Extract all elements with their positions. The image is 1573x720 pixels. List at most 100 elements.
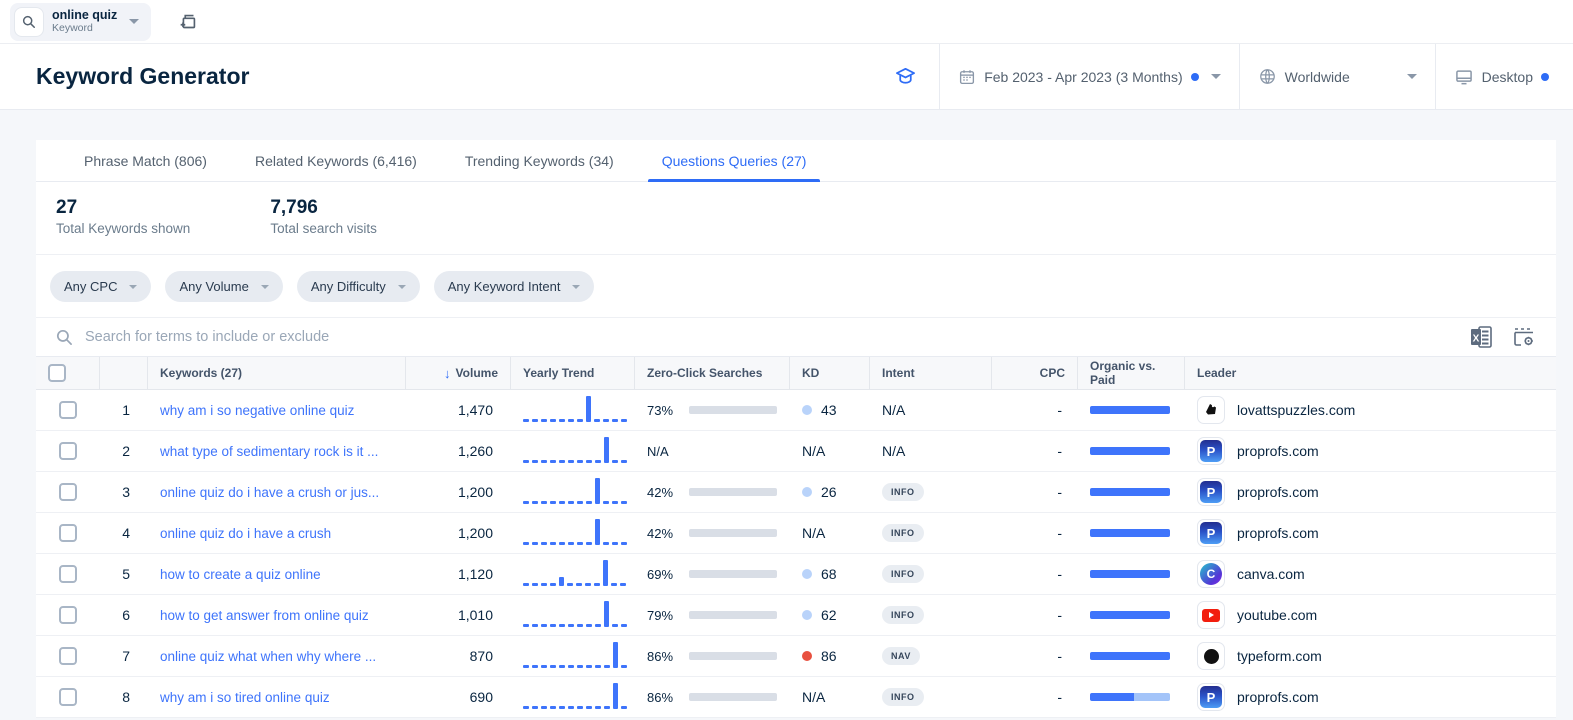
cell-rank: 1 — [100, 390, 148, 430]
cpc-value: - — [1057, 402, 1062, 418]
cell-rank: 6 — [100, 595, 148, 635]
trend-dash — [568, 460, 574, 463]
keyword-link[interactable]: online quiz do i have a crush — [160, 526, 331, 541]
tab-trending-keywords[interactable]: Trending Keywords (34) — [441, 140, 638, 181]
table-header-col-leader[interactable]: Leader — [1185, 357, 1556, 389]
leader-domain-link[interactable]: youtube.com — [1237, 607, 1317, 623]
cell-intent: N/A — [870, 431, 992, 471]
row-checkbox[interactable] — [59, 688, 77, 706]
keyword-link[interactable]: how to create a quiz online — [160, 567, 321, 582]
trend-dash — [612, 501, 618, 504]
trend-dash — [577, 706, 583, 709]
keyword-link[interactable]: what type of sedimentary rock is it ... — [160, 444, 378, 459]
leader-domain-link[interactable]: typeform.com — [1237, 648, 1322, 664]
leader-favicon-puzzle — [1197, 396, 1225, 424]
keyword-link[interactable]: how to get answer from online quiz — [160, 608, 369, 623]
table-header-col-rank[interactable] — [100, 357, 148, 389]
manage-columns-button[interactable] — [1512, 326, 1536, 348]
rank-number: 7 — [122, 648, 130, 664]
filter-chip-any-keyword-intent[interactable]: Any Keyword Intent — [433, 271, 595, 302]
date-range-selector[interactable]: Feb 2023 - Apr 2023 (3 Months) — [939, 44, 1238, 109]
proprofs-logo-icon: P — [1200, 481, 1222, 503]
intent-value: N/A — [882, 443, 906, 459]
cell-rank: 8 — [100, 677, 148, 717]
cpc-value: - — [1057, 689, 1062, 705]
trend-dash — [523, 706, 529, 709]
filter-chip-any-difficulty[interactable]: Any Difficulty — [296, 271, 420, 302]
cpc-value: - — [1057, 525, 1062, 541]
yearly-trend-chart — [523, 559, 626, 589]
keyword-link[interactable]: why am i so negative online quiz — [160, 403, 354, 418]
row-checkbox[interactable] — [59, 442, 77, 460]
leader-domain-link[interactable]: canva.com — [1237, 566, 1305, 582]
trend-dash — [550, 583, 556, 586]
keyword-selector[interactable]: online quiz Keyword — [10, 2, 152, 41]
table-header-col-keywords[interactable]: Keywords (27) — [148, 357, 406, 389]
table-header-col-kd[interactable]: KD — [790, 357, 870, 389]
table-header-col-intent[interactable]: Intent — [870, 357, 992, 389]
cpc-value: - — [1057, 443, 1062, 459]
trend-dash — [568, 542, 574, 545]
yearly-trend-chart — [523, 436, 627, 466]
keyword-link[interactable]: online quiz what when why where ... — [160, 649, 376, 664]
trend-bar — [595, 519, 600, 545]
keyword-link[interactable]: online quiz do i have a crush or jus... — [160, 485, 379, 500]
search-icon — [56, 329, 72, 345]
tab-phrase-match[interactable]: Phrase Match (806) — [60, 140, 231, 181]
table-row: 6 how to get answer from online quiz 1,010… — [36, 595, 1556, 636]
yearly-trend-chart — [523, 477, 627, 507]
trend-dash — [523, 583, 529, 586]
trend-dash — [621, 419, 627, 422]
region-label: Worldwide — [1284, 68, 1350, 85]
leader-favicon-typeform — [1197, 642, 1225, 670]
add-comparison-button[interactable] — [177, 11, 199, 33]
table-header-col-volume[interactable]: ↓ Volume — [406, 357, 511, 389]
trend-dash — [559, 624, 565, 627]
table-header-col-yearly-trend[interactable]: Yearly Trend — [511, 357, 635, 389]
row-checkbox[interactable] — [59, 483, 77, 501]
table-header-col-organic-vs-paid[interactable]: Organic vs. Paid — [1078, 357, 1185, 389]
cell-yearly-trend — [511, 472, 635, 512]
academy-button[interactable] — [872, 44, 939, 109]
organic-segment — [1090, 529, 1170, 537]
table-header-col-zero-click[interactable]: Zero-Click Searches — [635, 357, 790, 389]
cell-kd: 68 — [790, 554, 870, 594]
device-selector[interactable]: Desktop — [1434, 44, 1573, 109]
sort-desc-icon[interactable]: ↓ — [444, 366, 451, 381]
row-checkbox[interactable] — [59, 524, 77, 542]
zero-click-bar — [689, 529, 777, 537]
trend-dash — [523, 542, 529, 545]
search-icon — [14, 6, 44, 37]
cpc-value: - — [1057, 607, 1062, 623]
typeform-logo-icon — [1203, 648, 1219, 664]
row-checkbox[interactable] — [59, 565, 77, 583]
leader-domain-link[interactable]: proprofs.com — [1237, 484, 1319, 500]
leader-domain-link[interactable]: proprofs.com — [1237, 689, 1319, 705]
table-header-col-cpc[interactable]: CPC — [992, 357, 1078, 389]
column-label: Intent — [882, 366, 915, 380]
zero-click-value: 86% — [647, 648, 674, 664]
export-excel-button[interactable]: X — [1470, 326, 1494, 348]
tab-related-keywords[interactable]: Related Keywords (6,416) — [231, 140, 441, 181]
filter-chip-any-volume[interactable]: Any Volume — [165, 271, 283, 302]
data-indicator-dot — [1190, 72, 1199, 81]
leader-domain-link[interactable]: lovattspuzzles.com — [1237, 402, 1355, 418]
region-selector[interactable]: Worldwide — [1238, 44, 1435, 109]
table-header-col-checkbox[interactable] — [36, 357, 100, 389]
trend-dash — [532, 624, 538, 627]
row-checkbox[interactable] — [59, 401, 77, 419]
filter-chip-any-cpc[interactable]: Any CPC — [50, 271, 152, 302]
select-all-checkbox[interactable] — [48, 364, 66, 382]
terms-search-input[interactable] — [85, 329, 1452, 345]
excel-export-icon: X — [1471, 326, 1492, 348]
keyword-link[interactable]: why am i so tired online quiz — [160, 690, 330, 705]
intent-badge: INFO — [882, 606, 924, 624]
row-checkbox[interactable] — [59, 647, 77, 665]
row-checkbox[interactable] — [59, 606, 77, 624]
tab-questions-queries[interactable]: Questions Queries (27) — [638, 140, 831, 182]
leader-domain-link[interactable]: proprofs.com — [1237, 525, 1319, 541]
cell-volume: 1,120 — [406, 554, 511, 594]
organic-vs-paid-bar — [1090, 693, 1170, 701]
zero-click-bar — [689, 652, 777, 660]
leader-domain-link[interactable]: proprofs.com — [1237, 443, 1319, 459]
